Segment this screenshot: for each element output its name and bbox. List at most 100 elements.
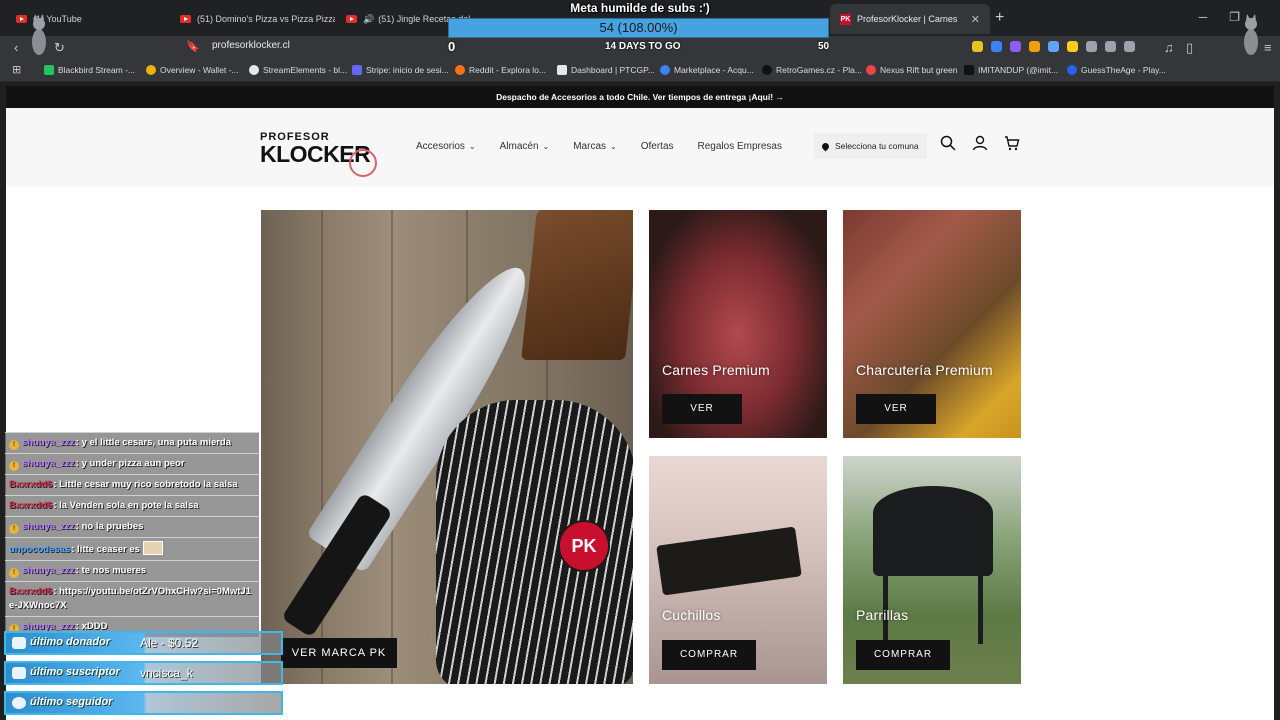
bookmark-item[interactable]: StreamElements - bl... <box>249 65 347 75</box>
bookmark-item[interactable]: Nexus Rift but green <box>866 65 957 75</box>
bookmark-item[interactable]: Stripe: inicio de sesi... <box>352 65 449 75</box>
nexus-icon <box>866 65 876 75</box>
nav-regalos-empresas[interactable]: Regalos Empresas <box>698 141 782 152</box>
heart-icon <box>12 697 26 709</box>
chat-message: Bxxrxdd6: la Venden sola en pote la sals… <box>5 495 259 516</box>
apps-icon[interactable]: ⊞ <box>12 63 21 76</box>
tiktok-icon <box>964 65 974 75</box>
card-title: Carnes Premium <box>662 362 770 378</box>
bookmark-item[interactable]: IMITANDUP (@imit... <box>964 65 1058 75</box>
nav-almacen[interactable]: Almacén ⌄ <box>500 141 550 152</box>
stream-chat: ! shuuya_zzz: y el little cesars, una put… <box>5 432 259 637</box>
chat-message: unpocodesas: litte ceaser es <box>5 537 259 560</box>
comprar-parrillas-button[interactable]: COMPRAR <box>856 640 950 670</box>
leather-case-image <box>521 210 633 360</box>
youtube-icon <box>16 15 27 23</box>
site-logo[interactable]: PROFESOR KLOCKER <box>260 131 377 177</box>
guesstheage-icon <box>1067 65 1077 75</box>
card-carnes-premium[interactable]: Carnes Premium VER <box>649 210 827 438</box>
new-tab-icon[interactable]: + <box>995 9 1004 27</box>
subgoal-days-left: 14 DAYS TO GO <box>605 41 681 52</box>
sidebar-icon[interactable]: ▯ <box>1186 40 1193 56</box>
nav-ofertas[interactable]: Ofertas <box>641 141 674 152</box>
grill-image <box>873 486 993 576</box>
badge-icon: ! <box>9 524 19 534</box>
media-icon[interactable]: ♫ <box>1164 40 1174 55</box>
pizza-emote-icon <box>142 541 163 555</box>
bookmark-item[interactable]: Reddit - Explora lo... <box>455 65 546 75</box>
pk-logo-badge: PK <box>558 520 610 572</box>
back-icon[interactable]: ‹ <box>14 40 18 55</box>
chevron-down-icon: ⌄ <box>610 142 617 151</box>
main-nav: Accesorios ⌄ Almacén ⌄ Marcas ⌄ Ofertas Reg… <box>416 141 782 152</box>
reload-icon[interactable]: ↻ <box>54 40 65 56</box>
extension-icon[interactable] <box>991 41 1002 52</box>
bookmark-item[interactable]: Overview - Wallet -... <box>146 65 239 75</box>
stripe-icon <box>352 65 362 75</box>
extension-icon[interactable] <box>1029 41 1040 52</box>
location-pin-icon <box>820 141 831 151</box>
bookmark-item[interactable]: GuessTheAge - Play... <box>1067 65 1166 75</box>
comprar-cuchillos-button[interactable]: COMPRAR <box>662 640 756 670</box>
bookmark-icon[interactable]: 🔖 <box>186 40 200 53</box>
bookmark-item[interactable]: Blackbird Stream -... <box>44 65 135 75</box>
tab-dominos-video[interactable]: (51) Domino's Pizza vs Pizza Pizza / O <box>170 6 335 32</box>
screen: (1) YouTube (51) Domino's Pizza vs Pizza… <box>0 0 1280 720</box>
window-controls: ─ ❐ <box>1199 10 1240 24</box>
nav-accesorios[interactable]: Accesorios ⌄ <box>416 141 476 152</box>
chevron-down-icon: ⌄ <box>468 142 476 151</box>
badge-icon: ! <box>9 461 19 471</box>
maximize-icon[interactable]: ❐ <box>1229 10 1240 24</box>
minimize-icon[interactable]: ─ <box>1199 10 1208 24</box>
youtube-icon <box>346 15 357 23</box>
extension-icon[interactable] <box>1124 41 1135 52</box>
speaker-icon: 🔊 <box>363 13 375 24</box>
site-header: PROFESOR KLOCKER Accesorios ⌄ Almacén ⌄ Ma… <box>6 108 1274 186</box>
chat-message: Bxxrxdd6: https://youtu.be/otZrVOhxCHw?s… <box>5 581 259 616</box>
card-parrillas[interactable]: Parrillas COMPRAR <box>843 456 1021 684</box>
nav-marcas[interactable]: Marcas ⌄ <box>573 141 617 152</box>
extension-icon[interactable] <box>1086 41 1097 52</box>
header-icons <box>940 135 1020 151</box>
menu-icon[interactable]: ≡ <box>1264 40 1272 55</box>
chat-message: ! shuuya_zzz: te nos mueres <box>5 560 259 581</box>
badge-icon: ! <box>9 568 19 578</box>
address-bar[interactable]: profesorklocker.cl <box>212 40 290 51</box>
extension-icon[interactable] <box>1067 41 1078 52</box>
ver-marca-pk-button[interactable]: VER MARCA PK <box>281 638 397 668</box>
last-donor-widget: último donador Ale - $0.52 <box>4 631 283 655</box>
account-icon[interactable] <box>972 135 988 151</box>
knife-sheath-image <box>656 526 802 596</box>
close-tab-icon[interactable]: ✕ <box>971 13 980 26</box>
cart-icon[interactable] <box>1004 135 1020 151</box>
chat-message: ! shuuya_zzz: y el little cesars, una put… <box>5 432 259 453</box>
bookmark-item[interactable]: Dashboard | PTCGP... <box>557 65 655 75</box>
card-cuchillos[interactable]: Cuchillos COMPRAR <box>649 456 827 684</box>
dashboard-icon <box>557 65 567 75</box>
announcement-bar[interactable]: Despacho de Accesorios a todo Chile. Ver… <box>6 86 1274 108</box>
card-charcuteria-premium[interactable]: Charcutería Premium VER <box>843 210 1021 438</box>
retrogames-icon <box>762 65 772 75</box>
ver-carnes-button[interactable]: VER <box>662 394 742 424</box>
extension-icon[interactable] <box>972 41 983 52</box>
bookmarks-bar: ⊞ Blackbird Stream -... Overview - Walle… <box>0 60 1280 82</box>
bookmark-item[interactable]: RetroGames.cz - Pla... <box>762 65 862 75</box>
hero-banner-pk[interactable]: PK VER MARCA PK <box>261 210 633 684</box>
extension-icon[interactable] <box>1048 41 1059 52</box>
chat-message: ! shuuya_zzz: y under pizza aun peor <box>5 453 259 474</box>
tab-profesorklocker[interactable]: PK ProfesorKlocker | Carnes Premium ✕ <box>830 4 990 34</box>
youtube-icon <box>180 15 191 23</box>
pk-favicon-icon: PK <box>840 13 851 25</box>
chat-message: ! shuuya_zzz: no la pruebes <box>5 516 259 537</box>
card-title: Cuchillos <box>662 607 721 623</box>
ver-charcuteria-button[interactable]: VER <box>856 394 936 424</box>
subscriber-icon <box>12 667 26 679</box>
last-subscriber-widget: último suscriptor vncisca_k <box>4 661 283 685</box>
comuna-selector[interactable]: Selecciona tu comuna <box>814 133 927 159</box>
extension-icon[interactable] <box>1010 41 1021 52</box>
extensions-row <box>972 41 1135 52</box>
search-icon[interactable] <box>940 135 956 151</box>
extensions-puzzle-icon[interactable] <box>1105 41 1116 52</box>
reddit-icon <box>455 65 465 75</box>
bookmark-item[interactable]: Marketplace - Acqu... <box>660 65 754 75</box>
